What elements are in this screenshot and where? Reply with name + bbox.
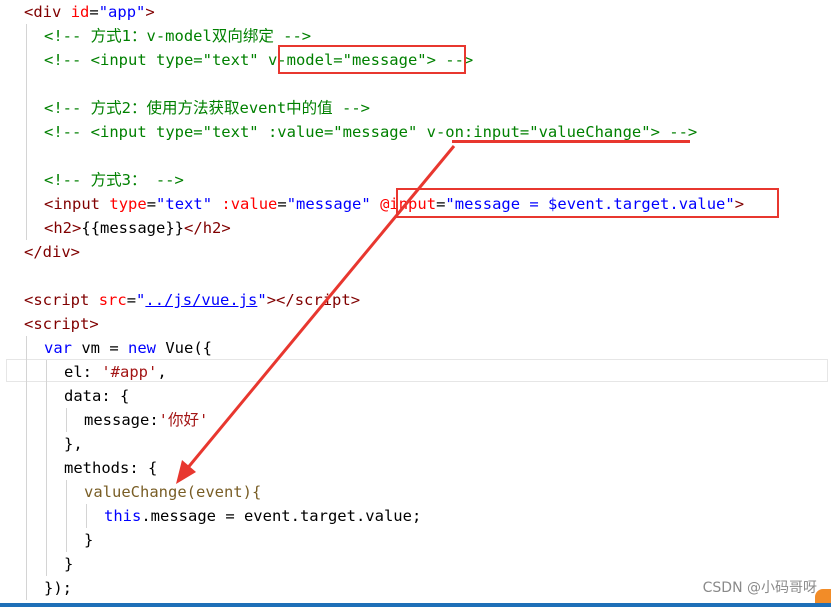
code-token: input bbox=[53, 195, 101, 213]
indent-guide bbox=[66, 408, 67, 432]
code-token: div bbox=[42, 243, 71, 261]
code-token: '你好' bbox=[158, 411, 209, 429]
indent-guide bbox=[26, 336, 27, 600]
code-token: "text" bbox=[156, 195, 213, 213]
code-token: script bbox=[33, 315, 90, 333]
code-token: = bbox=[146, 195, 157, 213]
code-line: this.message = event.target.value; bbox=[104, 504, 421, 528]
code-token: </ bbox=[184, 219, 203, 237]
code-token: = bbox=[277, 195, 287, 213]
input-event-highlight-box bbox=[396, 188, 779, 218]
code-token: "app" bbox=[98, 3, 146, 21]
code-token: < bbox=[44, 219, 54, 237]
code-token: el: bbox=[64, 363, 102, 381]
code-line: data: { bbox=[64, 387, 130, 405]
code-token: script bbox=[294, 291, 351, 309]
code-token: new bbox=[128, 339, 156, 357]
code-comment: <!-- 方式2：使用方法获取event中的值 --> bbox=[44, 99, 370, 117]
indent-guide bbox=[46, 360, 47, 576]
indent-guide bbox=[66, 480, 67, 552]
code-token: > bbox=[72, 219, 82, 237]
code-token: this bbox=[104, 507, 142, 525]
code-token: div bbox=[33, 3, 62, 21]
code-line: }, bbox=[64, 435, 83, 453]
code-token: < bbox=[44, 195, 54, 213]
code-line: var vm = new Vue({ bbox=[44, 336, 212, 360]
code-token: script bbox=[33, 291, 90, 309]
code-token: > bbox=[145, 3, 155, 21]
code-token: id bbox=[70, 3, 90, 21]
code-token: src bbox=[98, 291, 127, 309]
code-token: </ bbox=[276, 291, 295, 309]
code-token: var bbox=[44, 339, 72, 357]
code-line: <script> bbox=[24, 312, 99, 336]
code-token: message: bbox=[84, 411, 159, 429]
code-line: methods: { bbox=[64, 459, 158, 477]
code-line: message:'你好' bbox=[84, 408, 208, 432]
code-line: <script src="../js/vue.js"></script> bbox=[24, 288, 360, 312]
code-comment: <!-- 方式1：v-model双向绑定 --> bbox=[44, 27, 312, 45]
code-token: > bbox=[70, 243, 81, 261]
code-token: = bbox=[126, 291, 137, 309]
code-token: </ bbox=[24, 243, 43, 261]
code-token: < bbox=[24, 291, 34, 309]
status-bar bbox=[0, 603, 831, 607]
code-line: <div id="app"> bbox=[24, 0, 155, 24]
code-token: , bbox=[157, 363, 167, 381]
code-token: < bbox=[24, 3, 34, 21]
code-line: }); bbox=[44, 579, 72, 597]
code-token: <!-- <input type="text" bbox=[44, 51, 268, 69]
code-token: Vue({ bbox=[156, 339, 212, 357]
code-token: < bbox=[24, 315, 34, 333]
indent-guide bbox=[26, 24, 27, 240]
von-input-underline bbox=[452, 140, 690, 143]
code-token: > --> bbox=[650, 123, 698, 141]
code-token: :value bbox=[221, 195, 278, 213]
code-line: el: '#app', bbox=[64, 360, 167, 384]
code-line: <h2>{{message}}</h2> bbox=[44, 216, 231, 240]
code-token: <!-- <input type="text" :value="message" bbox=[44, 123, 427, 141]
code-token: h2 bbox=[53, 219, 73, 237]
code-token: > bbox=[221, 219, 231, 237]
code-line: valueChange(event){ bbox=[84, 483, 262, 501]
code-token: > bbox=[89, 315, 99, 333]
code-token: type bbox=[109, 195, 147, 213]
code-token: .message = event.target.value; bbox=[141, 507, 422, 525]
code-token: h2 bbox=[202, 219, 222, 237]
code-token: = bbox=[89, 3, 99, 21]
code-token: "message" bbox=[286, 195, 371, 213]
indent-guide bbox=[86, 504, 87, 528]
csdn-watermark: CSDN @小码哥呀 bbox=[702, 580, 817, 596]
code-token: '#app' bbox=[101, 363, 158, 381]
code-comment: <!-- 方式3： --> bbox=[44, 171, 184, 189]
vmodel-highlight-box bbox=[278, 45, 466, 74]
code-token: > bbox=[350, 291, 361, 309]
code-token: v-on:input="valueChange" bbox=[426, 123, 651, 141]
code-line: </div> bbox=[24, 240, 80, 264]
code-editor[interactable]: <div id="app"> <!-- 方式1：v-model双向绑定 --> … bbox=[0, 0, 831, 607]
code-token: " bbox=[136, 291, 146, 309]
code-token: > bbox=[266, 291, 277, 309]
corner-badge bbox=[815, 589, 831, 603]
code-line: } bbox=[84, 531, 94, 549]
code-token: vm = bbox=[72, 339, 128, 357]
code-token: {{message}} bbox=[81, 219, 185, 237]
script-src-link[interactable]: ../js/vue.js bbox=[145, 291, 257, 309]
code-token: " bbox=[257, 291, 267, 309]
code-line: } bbox=[64, 555, 74, 573]
